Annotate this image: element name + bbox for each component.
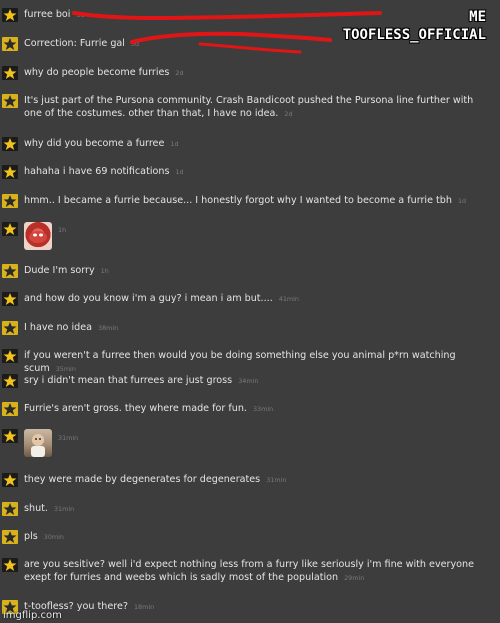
red-scribble-annotation (72, 11, 382, 54)
caption-line-1: ME (469, 9, 486, 25)
meme-overlay-caption: ME TOOFLESS_OFFICIAL (343, 8, 486, 44)
caption-line-2: TOOFLESS_OFFICIAL (342, 27, 486, 43)
watermark-text: imgflip.com (3, 610, 62, 621)
